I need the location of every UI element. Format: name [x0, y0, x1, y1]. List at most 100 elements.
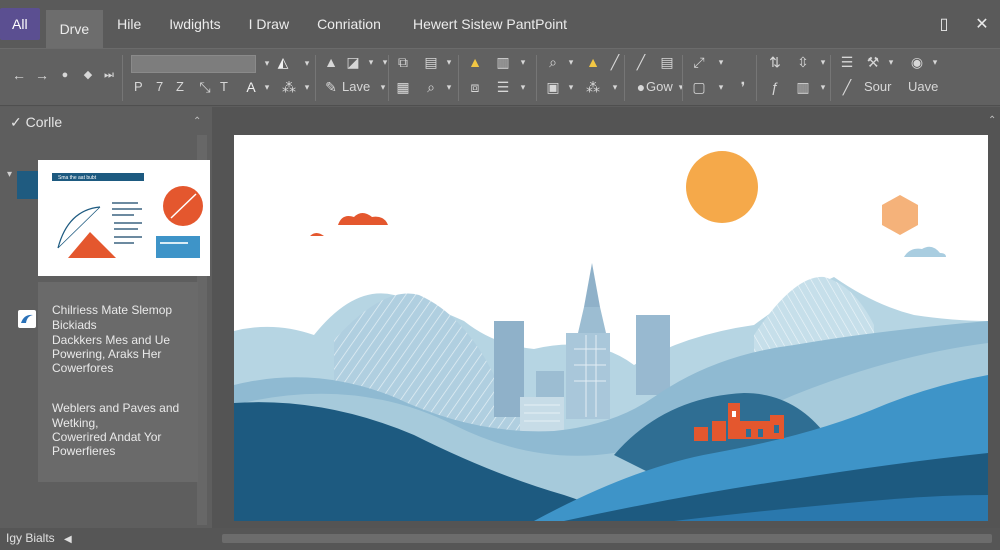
slide-thumbnail-art: Sma the aat bubt: [52, 173, 203, 258]
chevron-down-icon[interactable]: ▾: [440, 54, 458, 70]
number-button[interactable]: 7: [156, 79, 163, 95]
arrange-icon[interactable]: ⁂: [584, 79, 602, 95]
uave-button[interactable]: Uave: [908, 79, 938, 95]
resize-icon[interactable]: ⤡: [196, 79, 214, 95]
chevron-down-icon[interactable]: ▾: [258, 79, 276, 95]
chevron-up-icon[interactable]: ⌃: [193, 116, 201, 127]
chevron-down-icon[interactable]: ▾: [440, 79, 458, 95]
chevron-down-icon[interactable]: ▾: [882, 54, 900, 70]
list-item-line[interactable]: Cowerfores: [52, 361, 113, 375]
table-icon[interactable]: ▥: [494, 54, 512, 70]
text-button[interactable]: T: [220, 79, 228, 95]
list-item-line[interactable]: Dackkers Mes and Ue: [52, 333, 170, 347]
sun-shape: [686, 151, 758, 223]
slide-thumbnail[interactable]: Sma the aat bubt: [38, 160, 210, 276]
layout-icon[interactable]: ▤: [422, 54, 440, 70]
record-icon[interactable]: ◉: [908, 54, 926, 70]
tools-icon[interactable]: ⚒: [864, 54, 882, 70]
chevron-down-icon[interactable]: ▾: [926, 54, 944, 70]
grid-icon[interactable]: ▦: [394, 79, 412, 95]
tab-conriation[interactable]: Conriation: [303, 0, 395, 48]
list-item-line[interactable]: Weblers and Paves and: [52, 401, 179, 415]
cloud-shape: [904, 246, 946, 257]
crop-icon[interactable]: ⧈: [466, 79, 484, 95]
thumbnail-title: Sma the aat bubt: [58, 175, 97, 181]
search-icon[interactable]: ⌕: [422, 79, 440, 95]
list-item-line[interactable]: Chilriess Mate Slemop: [52, 303, 172, 317]
hexagon-shape: [882, 195, 918, 235]
tab-hile[interactable]: Hile: [103, 0, 155, 48]
copy-icon[interactable]: ⧉: [394, 54, 412, 70]
spacing-icon[interactable]: ⇳: [794, 54, 812, 70]
frame-icon[interactable]: ▣: [544, 79, 562, 95]
menu-icon[interactable]: ☰: [838, 54, 856, 70]
sour-button[interactable]: Sour: [864, 79, 891, 95]
pen-tool-icon[interactable]: ╱: [838, 79, 856, 95]
tab-all[interactable]: All: [0, 8, 40, 40]
shape-picker-icon[interactable]: ◪: [344, 54, 362, 70]
paragraph-button[interactable]: P: [134, 79, 143, 95]
zoom-icon[interactable]: ⌕: [544, 54, 562, 70]
status-text: Igy Bialts ◀: [6, 531, 72, 545]
chevron-down-icon[interactable]: ▾: [514, 79, 532, 95]
chevron-down-icon[interactable]: ▾: [672, 79, 690, 95]
chevron-down-icon[interactable]: ▾: [298, 79, 316, 95]
shapes-icon[interactable]: ⁂: [280, 79, 298, 95]
pencil-icon[interactable]: ╱: [606, 54, 624, 70]
forward-arrow-icon[interactable]: →: [33, 67, 51, 83]
chevron-up-icon[interactable]: ⌃: [988, 115, 996, 126]
highlight-triangle-icon[interactable]: ▲: [584, 54, 602, 70]
horizontal-scrollbar[interactable]: [222, 534, 992, 543]
pen-icon[interactable]: ✎: [322, 79, 340, 95]
chevron-down-icon[interactable]: ▾: [374, 79, 392, 95]
skip-icon[interactable]: ⏭: [100, 67, 118, 83]
check-icon: ✓: [10, 114, 22, 130]
strike-button[interactable]: Z: [176, 79, 184, 95]
quote-icon[interactable]: ❜: [734, 79, 752, 95]
chevron-down-icon[interactable]: ▾: [376, 54, 394, 70]
diamond-icon[interactable]: ◆: [79, 67, 97, 83]
tab-drve[interactable]: Drve: [45, 10, 104, 48]
warning-triangle-icon[interactable]: ▲: [466, 54, 484, 70]
chevron-down-icon[interactable]: ▾: [606, 79, 624, 95]
chevron-down-icon[interactable]: ▾: [712, 79, 730, 95]
panel-header[interactable]: ✓ Corlle: [10, 114, 62, 131]
arrow-left-icon[interactable]: ◀: [64, 534, 72, 545]
main-slide[interactable]: [234, 135, 988, 521]
list-item-line[interactable]: Cowerired Andat Yor: [52, 430, 161, 444]
back-arrow-icon[interactable]: ←: [10, 67, 28, 83]
status-label: Igy Bialts: [6, 531, 55, 545]
record-dot-icon[interactable]: ●: [56, 67, 74, 83]
restore-icon[interactable]: ▯: [924, 0, 964, 48]
text-box-icon[interactable]: ⤢: [690, 54, 708, 70]
list-item-line[interactable]: Wetking,: [52, 416, 98, 430]
lave-button[interactable]: Lave: [342, 79, 370, 95]
photo-icon[interactable]: ▤: [658, 54, 676, 70]
box-icon[interactable]: ▢: [690, 79, 708, 95]
chevron-down-icon[interactable]: ▾: [562, 79, 580, 95]
function-icon[interactable]: ƒ: [766, 79, 784, 95]
cloud-shape: [310, 233, 324, 236]
gow-button[interactable]: Gow: [646, 79, 673, 95]
align-icon[interactable]: ⇅: [766, 54, 784, 70]
list-item-line[interactable]: Powering, Araks Her: [52, 347, 161, 361]
triangle-shape-icon[interactable]: ◭: [274, 54, 292, 70]
triangle-tool-icon[interactable]: ▲: [322, 54, 340, 70]
chevron-down-icon[interactable]: ▾: [712, 54, 730, 70]
list-item-line[interactable]: Bickiads: [52, 318, 97, 332]
columns-icon[interactable]: ▥: [794, 79, 812, 95]
panel-header-label: Corlle: [25, 114, 63, 130]
edge-browser-icon: [18, 310, 36, 328]
font-name-box[interactable]: [131, 55, 256, 73]
tab-iwdights[interactable]: Iwdights: [155, 0, 234, 48]
chevron-down-icon[interactable]: ▾: [562, 54, 580, 70]
close-icon[interactable]: ✕: [962, 0, 1000, 48]
list-item-line[interactable]: Powerfieres: [52, 444, 115, 458]
landscape-illustration: [234, 151, 988, 521]
brush-icon[interactable]: ╱: [632, 54, 650, 70]
slides-panel: ✓ Corlle ⌃ ▾ Sma the aat bubt Chilriess …: [0, 107, 212, 528]
list-icon[interactable]: ☰: [494, 79, 512, 95]
chevron-down-icon[interactable]: ▾: [514, 54, 532, 70]
chevron-down-icon[interactable]: ▾: [298, 55, 316, 71]
tab-draw[interactable]: I Draw: [235, 0, 303, 48]
